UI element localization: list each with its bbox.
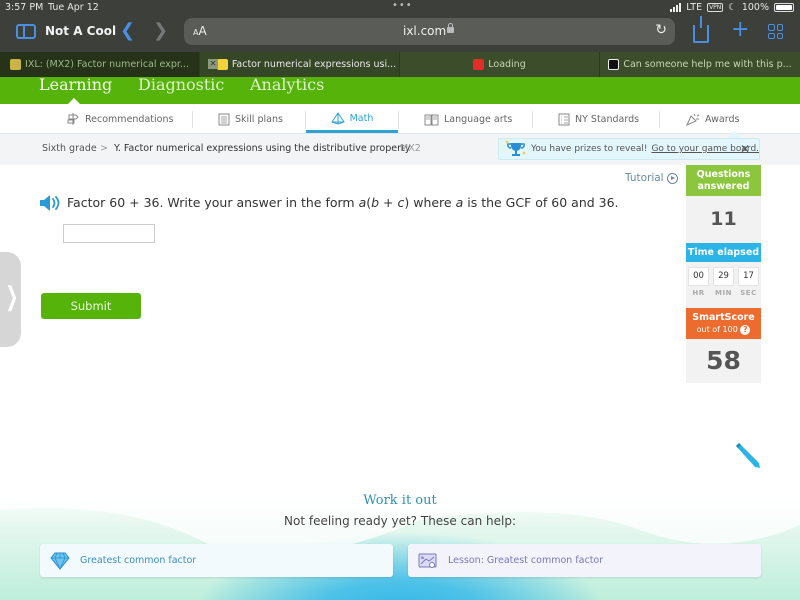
browser-tab[interactable]: Can someone help me with this p...: [600, 52, 800, 77]
checklist-icon: [558, 113, 570, 126]
clipboard-icon: [218, 113, 230, 126]
reload-icon[interactable]: ↻: [655, 22, 667, 38]
prize-banner-caret: [727, 131, 741, 138]
subnav-language-arts[interactable]: Language arts: [424, 104, 512, 134]
speaker-icon[interactable]: [39, 194, 63, 212]
smartscore-value: 58: [686, 339, 761, 383]
ixl-logo-icon: [216, 59, 228, 70]
pencil-icon[interactable]: [733, 440, 763, 470]
divider: [659, 111, 660, 128]
time-seconds: 17: [738, 267, 759, 286]
lock-icon: [447, 23, 454, 33]
status-time: 3:57 PM: [5, 2, 44, 13]
close-tab-icon[interactable]: ✕: [208, 59, 218, 69]
work-it-out-title: Work it out: [363, 493, 437, 508]
trophy-icon: [505, 140, 526, 156]
battery-icon: [774, 3, 794, 12]
sidebar-toggle-icon[interactable]: [16, 24, 36, 39]
chevron-right-icon: >: [100, 143, 108, 154]
subnav-recommendations[interactable]: Recommendations: [66, 104, 173, 134]
browser-chrome: 3:57 PM Tue Apr 12 ••• LTE VPN ☾ 100% No…: [0, 0, 800, 52]
gem-icon: [50, 552, 70, 570]
questions-answered-label: Questions answered: [686, 165, 761, 196]
questions-answered-value: 11: [686, 196, 761, 243]
forward-arrow-icon[interactable]: ❯: [153, 20, 168, 41]
text-size-button[interactable]: AA: [193, 24, 207, 38]
subnav-skill-plans[interactable]: Skill plans: [218, 104, 283, 134]
back-arrow-icon[interactable]: ❮: [120, 20, 135, 41]
party-popper-icon: [686, 113, 700, 126]
nav-learning[interactable]: Learning: [39, 77, 112, 94]
subnav-awards[interactable]: Awards: [686, 104, 739, 134]
submit-button[interactable]: Submit: [41, 293, 141, 319]
answer-input[interactable]: [63, 224, 155, 243]
smartscore-label: SmartScore: [692, 312, 755, 323]
help-subtitle: Not feeling ready yet? These can help:: [284, 514, 516, 528]
nav-diagnostic[interactable]: Diagnostic: [138, 77, 224, 94]
ixl-green-icon: [10, 59, 22, 70]
close-icon[interactable]: ✕: [740, 142, 750, 156]
help-link-gcf[interactable]: Greatest common factor: [40, 544, 393, 577]
lesson-icon: [418, 553, 437, 568]
brainly-icon: [608, 59, 620, 70]
status-bar: 3:57 PM Tue Apr 12 ••• LTE VPN ☾ 100%: [0, 0, 800, 16]
prize-text: You have prizes to reveal!: [531, 144, 648, 154]
breadcrumb-skill: Y. Factor numerical expressions using th…: [114, 143, 411, 154]
book-icon: [424, 114, 439, 125]
browser-tab-bar: IXL: (MX2) Factor numerical expr... ✕ Fa…: [0, 52, 800, 77]
moon-icon: ☾: [728, 2, 737, 13]
nav-analytics[interactable]: Analytics: [250, 77, 324, 94]
signpost-icon: [67, 113, 79, 125]
tab-overview-icon[interactable]: [768, 24, 783, 39]
top-nav: Learning Diagnostic Analytics: [0, 77, 800, 104]
play-circle-icon: [666, 172, 678, 184]
url-text[interactable]: ixl.com: [403, 24, 446, 38]
pyramid-icon: [330, 112, 345, 125]
breadcrumb-grade[interactable]: Sixth grade: [42, 143, 97, 154]
browser-tab[interactable]: ✕ Factor numerical expressions usi...: [200, 52, 400, 77]
prize-banner: You have prizes to reveal! Go to your ga…: [498, 138, 760, 160]
time-elapsed: 00 HR 29 MIN 17 SEC: [686, 262, 761, 308]
browser-tab[interactable]: IXL: (MX2) Factor numerical expr...: [0, 52, 200, 77]
chevron-right-icon: ❯: [5, 282, 19, 312]
share-icon[interactable]: [693, 16, 709, 43]
help-link-lesson[interactable]: Lesson: Greatest common factor: [408, 544, 761, 577]
divider: [398, 111, 399, 128]
subject-nav: Recommendations Skill plans Math Languag…: [0, 104, 800, 134]
vpn-badge: VPN: [707, 3, 724, 12]
stats-panel: Questions answered 11 Time elapsed 00 HR …: [686, 165, 761, 383]
cellular-signal-icon: [670, 3, 682, 12]
time-hours: 00: [688, 267, 709, 286]
tab-group-name[interactable]: Not A Cool: [45, 24, 116, 38]
new-tab-plus-icon[interactable]: +: [731, 17, 749, 42]
status-date: Tue Apr 12: [48, 2, 99, 13]
subnav-ny-standards[interactable]: NY Standards: [558, 104, 639, 134]
divider: [532, 111, 533, 128]
time-elapsed-label: Time elapsed: [686, 243, 761, 262]
time-minutes: 29: [713, 267, 734, 286]
battery-percent: 100%: [741, 2, 769, 13]
youtube-icon: [473, 59, 485, 70]
smartscore-header: SmartScore out of 100 ?: [686, 308, 761, 339]
question-text: Factor 60 + 36. Write your answer in the…: [67, 195, 619, 210]
subnav-math[interactable]: Math: [306, 104, 398, 133]
help-icon[interactable]: ?: [740, 325, 751, 335]
divider: [192, 111, 193, 128]
multitasking-dots-icon[interactable]: •••: [392, 0, 413, 11]
browser-tab[interactable]: Loading: [400, 52, 600, 77]
tutorial-link[interactable]: Tutorial: [625, 172, 678, 184]
side-panel-toggle[interactable]: ❯: [0, 252, 21, 347]
skill-code: MX2: [400, 143, 421, 154]
address-bar[interactable]: AA ixl.com ↻: [184, 18, 675, 45]
network-type: LTE: [686, 2, 703, 13]
